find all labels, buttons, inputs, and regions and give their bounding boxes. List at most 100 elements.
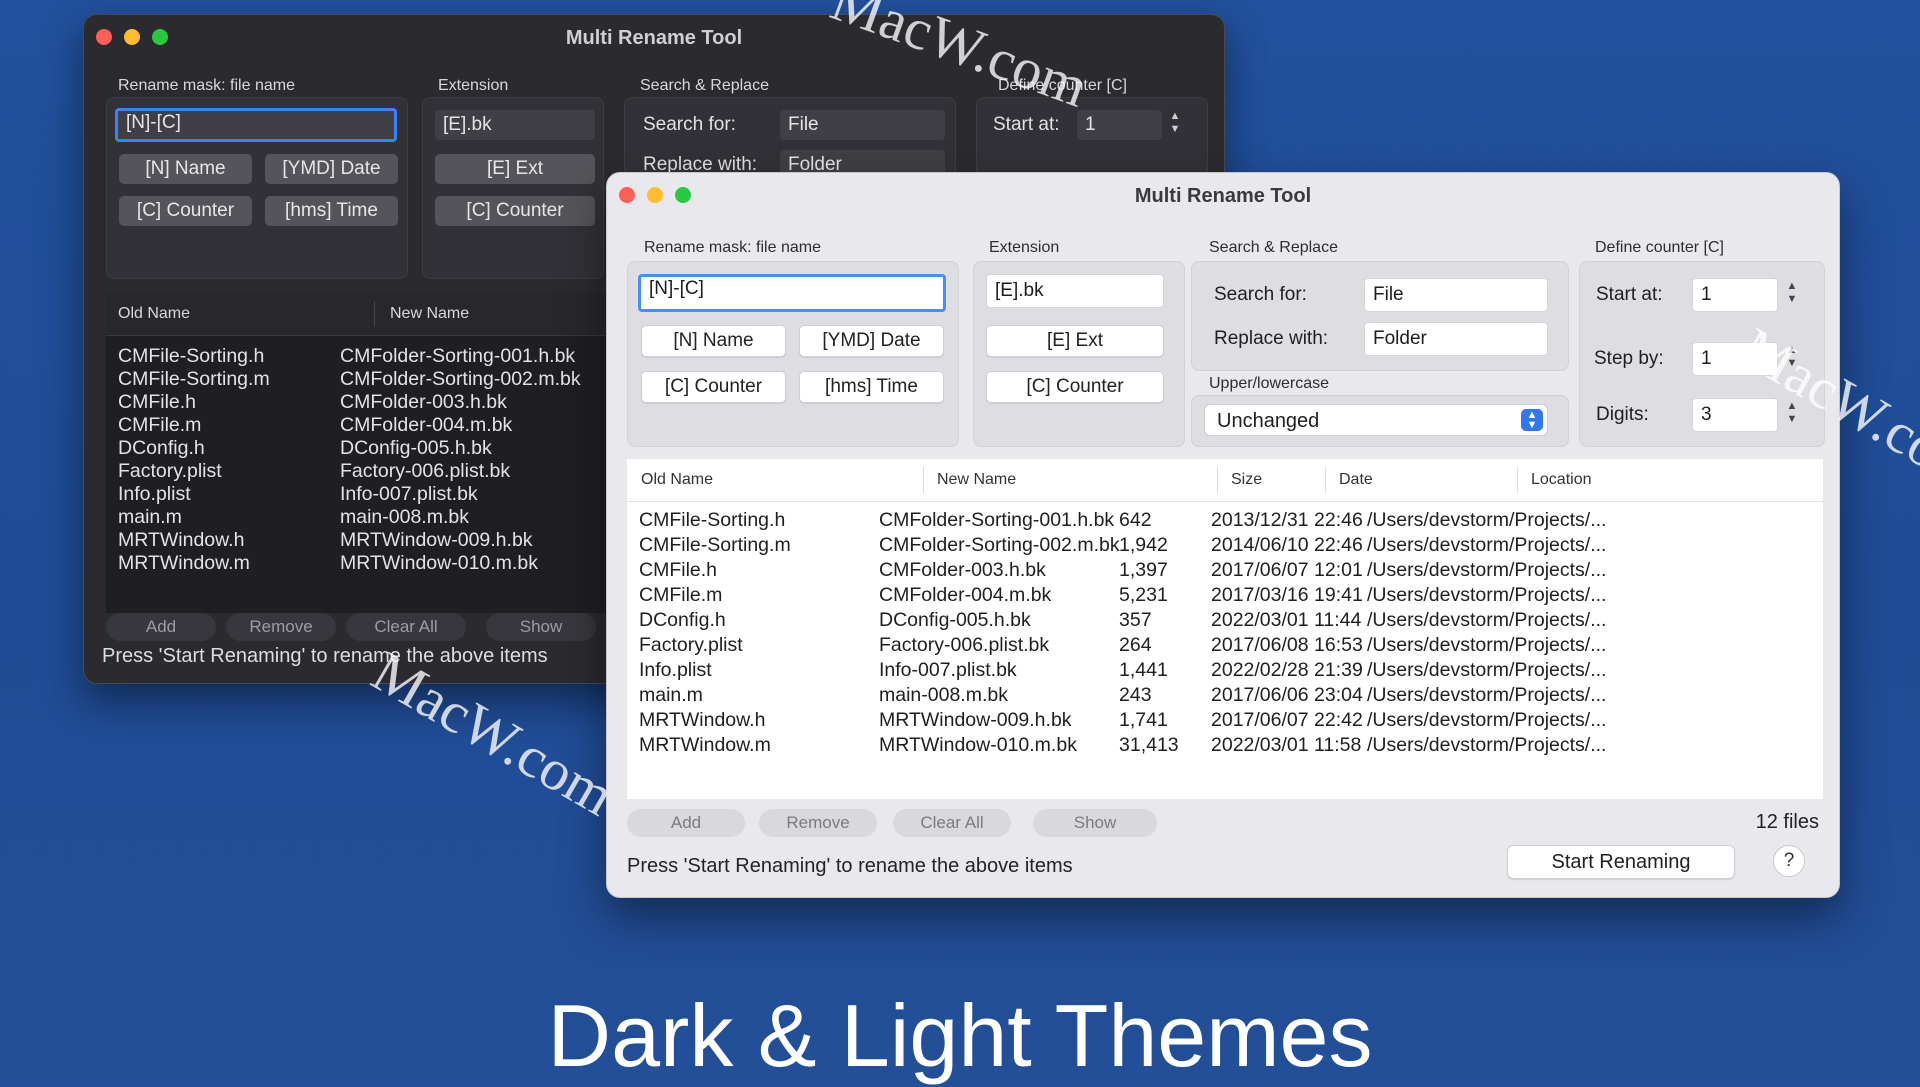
light-start-input[interactable]: 1 bbox=[1692, 278, 1778, 312]
light-digits-stepper-icon[interactable]: ▲ ▼ bbox=[1784, 400, 1800, 430]
table-cell: CMFile.m bbox=[118, 414, 202, 436]
start-renaming-button[interactable]: Start Renaming bbox=[1507, 845, 1735, 879]
light-case-box: Unchanged ▲ ▼ bbox=[1191, 395, 1569, 447]
dark-mask-input[interactable]: [N]-[C] bbox=[115, 108, 397, 142]
light-mask-label: Rename mask: file name bbox=[644, 239, 821, 256]
table-cell: 1,741 bbox=[1119, 709, 1168, 731]
table-row[interactable]: Info.plist Info-007.plist.bk 1,441 2022/02/… bbox=[627, 659, 1823, 687]
light-show-button[interactable]: Show bbox=[1033, 809, 1157, 837]
table-cell: MRTWindow-009.h.bk bbox=[340, 529, 533, 551]
table-row[interactable]: Factory.plist Factory-006.plist.bk 264 2017… bbox=[627, 634, 1823, 662]
table-cell: 2013/12/31 22:46 bbox=[1211, 509, 1363, 531]
light-time-button[interactable]: [hms] Time bbox=[799, 371, 944, 403]
light-status-text: Press 'Start Renaming' to rename the abo… bbox=[627, 855, 1073, 877]
light-digits-input[interactable]: 3 bbox=[1692, 398, 1778, 432]
dark-ext-button[interactable]: [E] Ext bbox=[435, 154, 595, 184]
light-ext-counter-button[interactable]: [C] Counter bbox=[986, 371, 1164, 403]
dark-add-button[interactable]: Add bbox=[106, 613, 216, 641]
light-start-stepper-icon[interactable]: ▲ ▼ bbox=[1784, 280, 1800, 310]
table-cell: MRTWindow-009.h.bk bbox=[879, 709, 1072, 731]
table-cell: CMFolder-Sorting-002.m.bk bbox=[879, 534, 1120, 556]
light-col-date[interactable]: Date bbox=[1339, 471, 1373, 489]
table-cell: CMFolder-003.h.bk bbox=[340, 391, 507, 413]
dark-search-input[interactable]: File bbox=[780, 110, 945, 140]
dark-ext-input[interactable]: [E].bk bbox=[435, 110, 595, 140]
table-cell: 1,942 bbox=[1119, 534, 1168, 556]
dark-titlebar: Multi Rename Tool bbox=[84, 15, 1224, 59]
dark-status-text: Press 'Start Renaming' to rename the abo… bbox=[102, 645, 548, 667]
table-cell: Info-007.plist.bk bbox=[340, 483, 478, 505]
light-clear-all-button[interactable]: Clear All bbox=[893, 809, 1011, 837]
light-name-button[interactable]: [N] Name bbox=[641, 325, 786, 357]
table-cell: Info.plist bbox=[639, 659, 712, 681]
light-replace-input[interactable]: Folder bbox=[1364, 322, 1548, 356]
light-ext-button[interactable]: [E] Ext bbox=[986, 325, 1164, 357]
dark-sr-label: Search & Replace bbox=[640, 77, 769, 94]
table-cell: Factory-006.plist.bk bbox=[879, 634, 1050, 656]
table-row[interactable]: MRTWindow.m MRTWindow-010.m.bk 31,413 2022/… bbox=[627, 734, 1823, 762]
table-cell: CMFolder-004.m.bk bbox=[340, 414, 513, 436]
light-add-button[interactable]: Add bbox=[627, 809, 745, 837]
dark-time-button[interactable]: [hms] Time bbox=[265, 196, 398, 226]
table-cell: /Users/devstorm/Projects/... bbox=[1367, 709, 1607, 731]
dark-col-new-name[interactable]: New Name bbox=[390, 305, 469, 323]
light-sr-label: Search & Replace bbox=[1209, 239, 1338, 256]
table-row[interactable]: main.m main-008.m.bk 243 2017/06/06 23:04/U… bbox=[627, 684, 1823, 712]
dark-start-input[interactable]: 1 bbox=[1077, 110, 1162, 140]
light-counter-box: Start at: 1 ▲ ▼ Step by: 1 ▲ ▼ Digits: 3 ▲… bbox=[1579, 261, 1825, 447]
dark-col-old-name[interactable]: Old Name bbox=[118, 305, 190, 323]
light-step-stepper-icon[interactable]: ▲ ▼ bbox=[1784, 344, 1800, 374]
table-cell: CMFile-Sorting.h bbox=[118, 345, 265, 367]
light-remove-button[interactable]: Remove bbox=[759, 809, 877, 837]
dark-clear-all-button[interactable]: Clear All bbox=[346, 613, 466, 641]
light-col-old-name[interactable]: Old Name bbox=[641, 471, 713, 489]
light-step-input[interactable]: 1 bbox=[1692, 342, 1778, 376]
table-cell: /Users/devstorm/Projects/... bbox=[1367, 684, 1607, 706]
dark-ext-counter-button[interactable]: [C] Counter bbox=[435, 196, 595, 226]
light-col-divider[interactable] bbox=[1325, 467, 1326, 493]
dark-remove-button[interactable]: Remove bbox=[226, 613, 336, 641]
table-row[interactable]: DConfig.h DConfig-005.h.bk 357 2022/03/01 1… bbox=[627, 609, 1823, 637]
light-replace-label: Replace with: bbox=[1214, 328, 1329, 349]
light-col-divider[interactable] bbox=[923, 467, 924, 493]
table-cell: CMFolder-Sorting-001.h.bk bbox=[340, 345, 576, 367]
light-date-button[interactable]: [YMD] Date bbox=[799, 325, 944, 357]
table-cell: MRTWindow.m bbox=[639, 734, 771, 756]
light-col-divider[interactable] bbox=[1517, 467, 1518, 493]
light-col-location[interactable]: Location bbox=[1531, 471, 1592, 489]
table-cell: main.m bbox=[118, 506, 182, 528]
table-row[interactable]: CMFile-Sorting.h CMFolder-Sorting-001.h.b… bbox=[627, 509, 1823, 537]
dark-col-divider[interactable] bbox=[374, 301, 375, 327]
table-row[interactable]: CMFile.m CMFolder-004.m.bk 5,231 2017/03/16… bbox=[627, 584, 1823, 612]
table-row[interactable]: CMFile.h CMFolder-003.h.bk 1,397 2017/06/07… bbox=[627, 559, 1823, 587]
dark-counter-button[interactable]: [C] Counter bbox=[119, 196, 252, 226]
help-button[interactable]: ? bbox=[1773, 845, 1805, 877]
table-cell: /Users/devstorm/Projects/... bbox=[1367, 509, 1607, 531]
light-counter-button[interactable]: [C] Counter bbox=[641, 371, 786, 403]
light-ext-input[interactable]: [E].bk bbox=[986, 274, 1164, 308]
dark-start-stepper-icon[interactable]: ▲ ▼ bbox=[1167, 110, 1183, 140]
table-cell: CMFolder-004.m.bk bbox=[879, 584, 1052, 606]
chevron-updown-icon: ▲ ▼ bbox=[1521, 409, 1543, 431]
table-cell: CMFolder-Sorting-001.h.bk bbox=[879, 509, 1115, 531]
table-cell: CMFile-Sorting.m bbox=[118, 368, 270, 390]
table-row[interactable]: MRTWindow.h MRTWindow-009.h.bk 1,741 2017/0… bbox=[627, 709, 1823, 737]
light-col-new-name[interactable]: New Name bbox=[937, 471, 1016, 489]
light-col-size[interactable]: Size bbox=[1231, 471, 1262, 489]
dark-name-button[interactable]: [N] Name bbox=[119, 154, 252, 184]
light-search-input[interactable]: File bbox=[1364, 278, 1548, 312]
table-cell: 2022/02/28 21:39 bbox=[1211, 659, 1363, 681]
dark-show-button[interactable]: Show bbox=[486, 613, 596, 641]
light-mask-input[interactable]: [N]-[C] bbox=[638, 274, 946, 312]
light-col-divider[interactable] bbox=[1217, 467, 1218, 493]
table-cell: 2014/06/10 22:46 bbox=[1211, 534, 1363, 556]
light-case-select[interactable]: Unchanged ▲ ▼ bbox=[1204, 404, 1548, 436]
table-cell: CMFile-Sorting.m bbox=[639, 534, 791, 556]
table-cell: 264 bbox=[1119, 634, 1152, 656]
table-row[interactable]: CMFile-Sorting.m CMFolder-Sorting-002.m.b… bbox=[627, 534, 1823, 562]
table-cell: Factory.plist bbox=[639, 634, 743, 656]
light-digits-label: Digits: bbox=[1596, 404, 1649, 425]
dark-date-button[interactable]: [YMD] Date bbox=[265, 154, 398, 184]
light-window: Multi Rename Tool Rename mask: file name… bbox=[606, 172, 1840, 898]
table-cell: 1,441 bbox=[1119, 659, 1168, 681]
